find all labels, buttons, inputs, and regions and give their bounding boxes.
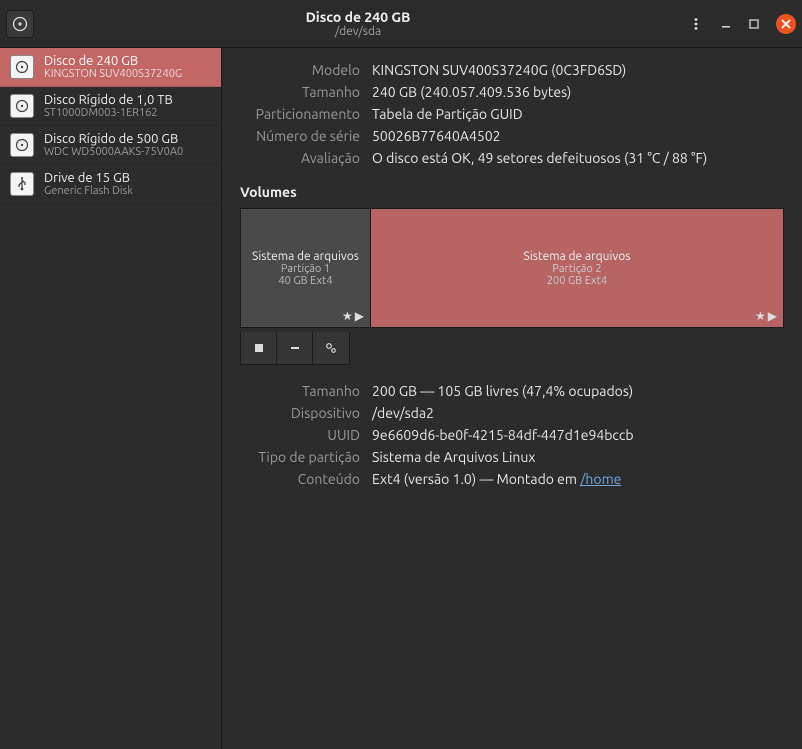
volume-partition: Partição 1	[281, 263, 330, 275]
sidebar-item-disk-500gb[interactable]: Disco Rígido de 500 GB WDC WD5000AAKS-75…	[0, 126, 221, 165]
volume-name: Sistema de arquivos	[524, 250, 631, 263]
sidebar-item-sub: KINGSTON SUV400S37240G	[44, 68, 182, 80]
close-button[interactable]	[776, 14, 796, 34]
partition-options-button[interactable]	[313, 332, 349, 364]
play-icon: ▶	[768, 309, 777, 323]
sidebar-item-disk-240gb[interactable]: Disco de 240 GB KINGSTON SUV400S37240G	[0, 48, 221, 87]
value-serial: 50026B77640A4502	[372, 128, 784, 144]
minus-icon	[289, 342, 301, 354]
star-icon: ★	[342, 309, 353, 323]
volume-name: Sistema de arquivos	[252, 250, 359, 263]
label-assessment: Avaliação	[240, 150, 360, 166]
usb-icon	[10, 172, 34, 196]
sidebar-item-sub: ST1000DM003-1ER162	[44, 107, 173, 119]
gears-icon	[324, 341, 338, 355]
star-icon: ★	[755, 309, 766, 323]
label-partitioning: Particionamento	[240, 106, 360, 122]
maximize-button[interactable]	[742, 12, 766, 36]
window-subtitle: /dev/sda	[34, 25, 682, 38]
contents-text: Ext4 (versão 1.0) — Montado em	[372, 471, 580, 487]
delete-partition-button[interactable]	[277, 332, 313, 364]
minimize-button[interactable]	[714, 12, 738, 36]
label-part-size: Tamanho	[240, 383, 360, 399]
sidebar-item-sub: Generic Flash Disk	[44, 185, 133, 197]
play-icon: ▶	[355, 309, 364, 323]
sidebar-item-title: Drive de 15 GB	[44, 171, 133, 185]
label-ptype: Tipo de partição	[240, 449, 360, 465]
volume-size: 40 GB Ext4	[278, 275, 332, 287]
label-serial: Número de série	[240, 128, 360, 144]
kebab-icon	[689, 17, 703, 31]
drive-list: Disco de 240 GB KINGSTON SUV400S37240G D…	[0, 48, 222, 749]
label-contents: Conteúdo	[240, 471, 360, 487]
volume-indicators: ★ ▶	[755, 309, 777, 323]
value-device: /dev/sda2	[372, 405, 784, 421]
sidebar-item-title: Disco de 240 GB	[44, 54, 182, 68]
value-part-size: 200 GB — 105 GB livres (47,4% ocupados)	[372, 383, 784, 399]
sidebar-item-sub: WDC WD5000AAKS-75V0A0	[44, 146, 183, 158]
hdd-icon	[10, 94, 34, 118]
label-device: Dispositivo	[240, 405, 360, 421]
value-contents: Ext4 (versão 1.0) — Montado em /home	[372, 471, 784, 487]
volume-indicators: ★ ▶	[342, 309, 364, 323]
window-title: Disco de 240 GB	[34, 9, 682, 25]
value-assessment: O disco está OK, 49 setores defeituosos …	[372, 150, 784, 166]
sidebar-item-title: Disco Rígido de 500 GB	[44, 132, 183, 146]
label-uuid: UUID	[240, 427, 360, 443]
disk-icon	[12, 16, 28, 32]
volumes-bar: Sistema de arquivos Partição 1 40 GB Ext…	[240, 208, 784, 328]
value-partitioning: Tabela de Partição GUID	[372, 106, 784, 122]
stop-icon	[253, 342, 265, 354]
hdd-icon	[10, 55, 34, 79]
close-icon	[781, 19, 791, 29]
label-model: Modelo	[240, 62, 360, 78]
headerbar: Disco de 240 GB /dev/sda	[0, 0, 802, 48]
volume-partition-2[interactable]: Sistema de arquivos Partição 2 200 GB Ex…	[371, 209, 783, 327]
volume-toolbar	[240, 332, 350, 365]
hdd-icon	[10, 133, 34, 157]
mount-point-link[interactable]: /home	[580, 471, 621, 487]
volume-size: 200 GB Ext4	[547, 275, 607, 287]
volume-partition-1[interactable]: Sistema de arquivos Partição 1 40 GB Ext…	[241, 209, 371, 327]
value-model: KINGSTON SUV400S37240G (0C3FD6SD)	[372, 62, 784, 78]
value-ptype: Sistema de Arquivos Linux	[372, 449, 784, 465]
sidebar-item-usb-15gb[interactable]: Drive de 15 GB Generic Flash Disk	[0, 165, 221, 204]
volumes-title: Volumes	[240, 184, 784, 200]
maximize-icon	[748, 18, 760, 30]
sidebar-item-disk-1tb[interactable]: Disco Rígido de 1,0 TB ST1000DM003-1ER16…	[0, 87, 221, 126]
unmount-button[interactable]	[241, 332, 277, 364]
minimize-icon	[720, 18, 732, 30]
value-size: 240 GB (240.057.409.536 bytes)	[372, 84, 784, 100]
volume-partition: Partição 2	[552, 263, 601, 275]
label-size: Tamanho	[240, 84, 360, 100]
drive-menu-button[interactable]	[682, 10, 710, 38]
value-uuid: 9e6609d6-be0f-4215-84df-447d1e94bccb	[372, 427, 784, 443]
sidebar-item-title: Disco Rígido de 1,0 TB	[44, 93, 173, 107]
drive-details: Modelo KINGSTON SUV400S37240G (0C3FD6SD)…	[222, 48, 802, 749]
app-menu-button[interactable]	[6, 10, 34, 38]
